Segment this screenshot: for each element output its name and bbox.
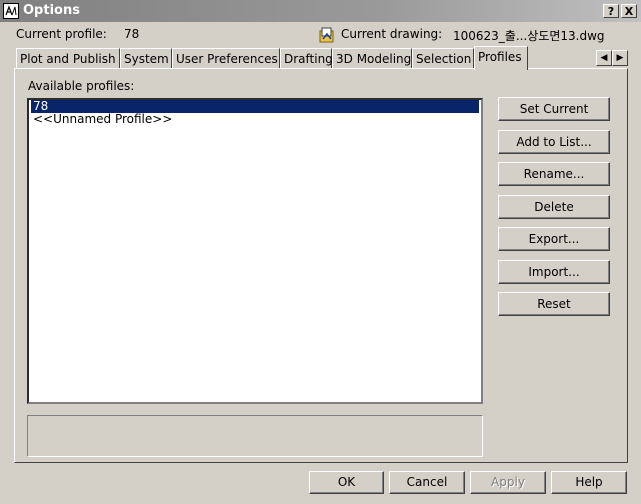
current-profile-label: Current profile: xyxy=(16,27,107,41)
tab-plot-and-publish[interactable]: Plot and Publish xyxy=(16,48,120,68)
add-to-list-button[interactable]: Add to List... xyxy=(498,130,610,154)
tab-system[interactable]: System xyxy=(120,48,172,68)
help-title-button[interactable]: ? xyxy=(603,4,619,18)
export-button[interactable]: Export... xyxy=(498,227,610,251)
profile-description-box xyxy=(27,415,483,457)
current-drawing-value: 100623_출...상도면13.dwg xyxy=(453,29,605,43)
apply-button[interactable]: Apply xyxy=(470,471,546,494)
drawing-file-icon xyxy=(318,26,336,44)
tab-scroll-left-button[interactable]: ◀ xyxy=(596,50,612,66)
help-button[interactable]: Help xyxy=(551,471,627,494)
available-profiles-label: Available profiles: xyxy=(28,79,135,93)
window-title: Options xyxy=(23,3,80,18)
profiles-listbox[interactable]: 78 <<Unnamed Profile>> xyxy=(27,98,483,404)
close-title-button[interactable]: X xyxy=(621,4,637,18)
tab-drafting[interactable]: Drafting xyxy=(280,48,333,68)
reset-button[interactable]: Reset xyxy=(498,292,610,316)
import-button[interactable]: Import... xyxy=(498,260,610,284)
title-bar: Options ? X xyxy=(0,0,641,22)
ok-button[interactable]: OK xyxy=(309,471,384,494)
cancel-button[interactable]: Cancel xyxy=(389,471,465,494)
tab-profiles[interactable]: Profiles xyxy=(474,46,528,70)
delete-button[interactable]: Delete xyxy=(498,195,610,219)
current-profile-value: 78 xyxy=(124,27,140,41)
tab-scroll-right-button[interactable]: ▶ xyxy=(612,50,628,66)
rename-button[interactable]: Rename... xyxy=(498,162,610,186)
tab-selection[interactable]: Selection xyxy=(412,48,474,68)
tab-user-preferences[interactable]: User Preferences xyxy=(172,48,280,68)
autocad-app-icon xyxy=(3,3,19,19)
set-current-button[interactable]: Set Current xyxy=(498,97,610,121)
list-item-unnamed-profile[interactable]: <<Unnamed Profile>> xyxy=(31,113,479,126)
current-drawing-label: Current drawing: xyxy=(341,27,443,41)
tab-3d-modeling[interactable]: 3D Modeling xyxy=(332,48,412,68)
